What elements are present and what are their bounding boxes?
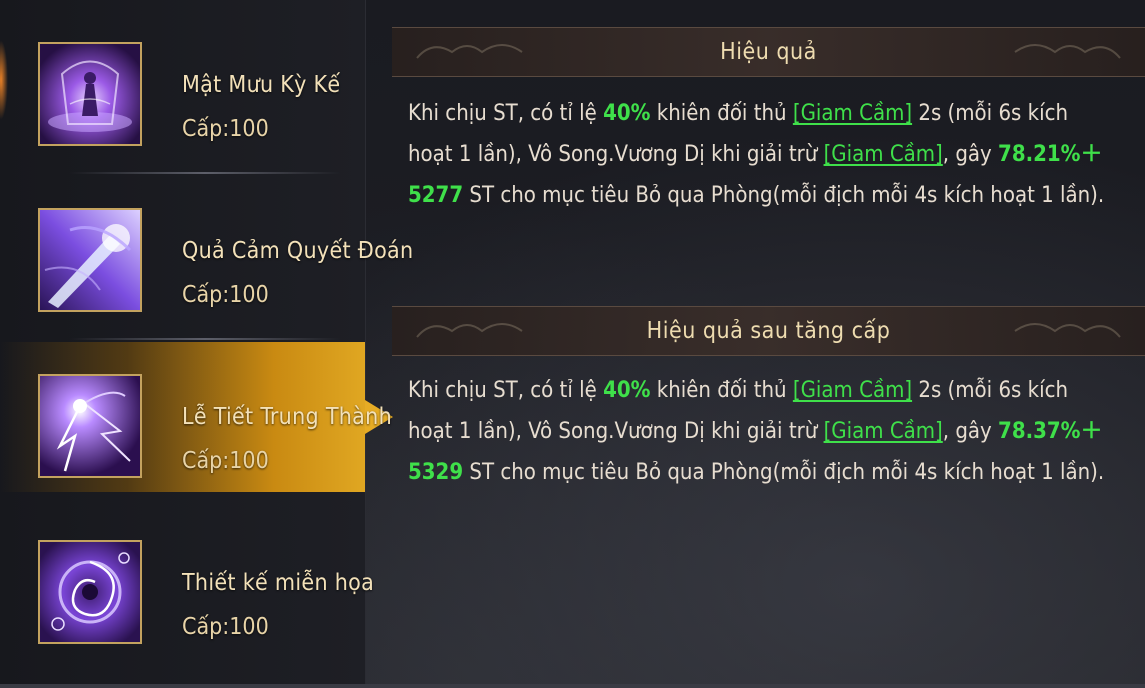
desc-text: Khi chịu ST, có tỉ lệ [408, 378, 604, 403]
desc-text: ST cho mục tiêu Bỏ qua Phòng(mỗi địch mỗ… [463, 183, 1105, 208]
status-link[interactable]: [Giam Cầm] [824, 142, 943, 167]
skill-list-panel: Mật Mưu Kỳ Kế Cấp:100 Quả Cảm Quyết Đoán… [0, 0, 413, 688]
desc-value: 40% [603, 101, 651, 126]
skill-name: Quả Cảm Quyết Đoán [182, 238, 414, 264]
list-divider [70, 338, 340, 340]
purple-ritual-icon [38, 42, 142, 146]
skill-item-qua-cam-quyet-doan[interactable]: Quả Cảm Quyết Đoán Cấp:100 [0, 176, 413, 326]
desc-value: 40% [603, 378, 651, 403]
status-link[interactable]: [Giam Cầm] [793, 101, 912, 126]
lightning-burst-icon [38, 374, 142, 478]
skill-level: Cấp:100 [182, 448, 269, 474]
desc-text: , gây [942, 419, 999, 444]
skill-name: Mật Mưu Kỳ Kế [182, 72, 341, 98]
effect-title: Hiệu quả [720, 39, 817, 65]
status-link[interactable]: [Giam Cầm] [824, 419, 943, 444]
skill-name: Lễ Tiết Trung Thành [182, 404, 392, 430]
skill-item-mat-muu-ky-ke[interactable]: Mật Mưu Kỳ Kế Cấp:100 [0, 10, 365, 160]
effect-description: Khi chịu ST, có tỉ lệ 40% khiên đối thủ … [408, 93, 1108, 216]
list-divider [70, 172, 340, 174]
skill-item-le-tiet-trung-thanh[interactable]: Lễ Tiết Trung Thành Cấp:100 [0, 342, 393, 492]
desc-text: ST cho mục tiêu Bỏ qua Phòng(mỗi địch mỗ… [463, 460, 1105, 485]
skill-item-thiet-ke-mien-hoa[interactable]: Thiết kế miễn họa Cấp:100 [0, 508, 374, 658]
status-link[interactable]: [Giam Cầm] [793, 378, 912, 403]
skill-level: Cấp:100 [182, 282, 269, 308]
skill-detail-screen: Mật Mưu Kỳ Kế Cấp:100 Quả Cảm Quyết Đoán… [0, 0, 1145, 688]
vortex-icon [38, 540, 142, 644]
skill-name: Thiết kế miễn họa [182, 570, 375, 596]
upgrade-effect-header: Hiệu quả sau tăng cấp [392, 306, 1145, 356]
skill-level: Cấp:100 [182, 116, 269, 142]
effect-header: Hiệu quả [392, 27, 1145, 77]
desc-text: , gây [942, 142, 999, 167]
energy-beam-icon [38, 208, 142, 312]
desc-text: khiên đối thủ [650, 378, 793, 403]
desc-text: Khi chịu ST, có tỉ lệ [408, 101, 604, 126]
bottom-border [0, 684, 1145, 688]
upgrade-effect-title: Hiệu quả sau tăng cấp [646, 318, 891, 344]
upgrade-effect-description: Khi chịu ST, có tỉ lệ 40% khiên đối thủ … [408, 370, 1108, 493]
skill-level: Cấp:100 [182, 614, 269, 640]
desc-text: khiên đối thủ [650, 101, 793, 126]
